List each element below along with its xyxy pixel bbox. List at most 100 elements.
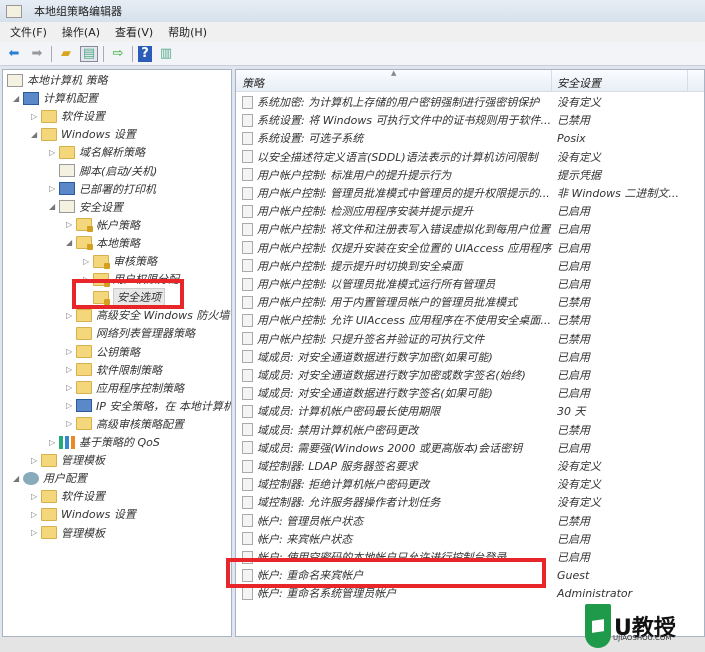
- policy-row[interactable]: 域控制器: 拒绝计算机帐户密码更改 没有定义: [236, 475, 704, 493]
- tree-node[interactable]: ◢ 用户配置: [13, 469, 87, 487]
- policy-name: 帐户: 管理员帐户状态: [257, 514, 364, 528]
- tree-node[interactable]: ▷ 应用程序控制策略: [66, 379, 184, 397]
- tree-node[interactable]: ▷ 基于策略的 QoS: [49, 433, 160, 451]
- tree-node[interactable]: ◢ Windows 设置: [31, 125, 136, 143]
- expander-icon[interactable]: ◢: [13, 474, 23, 483]
- expander-icon[interactable]: ▷: [31, 510, 41, 519]
- policy-name: 用户帐户控制: 管理员批准模式中管理员的提升权限提示的...: [257, 187, 550, 200]
- policy-row[interactable]: 系统设置: 可选子系统 Posix: [236, 129, 704, 147]
- pc-icon: [23, 91, 39, 105]
- tree-node[interactable]: ▷ 公钥策略: [66, 343, 140, 361]
- tree-node[interactable]: 本地计算机 策略: [7, 71, 108, 89]
- expander-icon[interactable]: ▷: [66, 383, 76, 392]
- policy-row[interactable]: 域控制器: LDAP 服务器签名要求 没有定义: [236, 457, 704, 475]
- menu-file[interactable]: 文件(F): [10, 24, 47, 40]
- policy-setting: 已启用: [557, 259, 590, 273]
- properties-pane-icon[interactable]: ▥: [157, 46, 175, 62]
- tree-node[interactable]: ▷ 管理模板: [31, 451, 105, 469]
- expander-icon[interactable]: ▷: [66, 401, 76, 410]
- policy-row[interactable]: 以安全描述符定义语言(SDDL)语法表示的计算机访问限制 没有定义: [236, 148, 704, 166]
- tree-node[interactable]: ▷ Windows 设置: [31, 505, 136, 523]
- column-header-security-setting[interactable]: 安全设置: [557, 75, 601, 91]
- policy-row[interactable]: 用户帐户控制: 检测应用程序安装并提示提升 已启用: [236, 202, 704, 220]
- tree-node[interactable]: ▷ 已部署的打印机: [49, 180, 156, 198]
- export-list-icon[interactable]: ⇨: [109, 46, 127, 62]
- expander-icon[interactable]: ▷: [66, 347, 76, 356]
- policy-row[interactable]: 帐户: 来宾帐户状态 已启用: [236, 530, 704, 548]
- tree-node[interactable]: ◢ 计算机配置: [13, 89, 98, 107]
- tree-node[interactable]: ▷ 高级审核策略配置: [66, 415, 184, 433]
- tree-node[interactable]: ▷ 软件限制策略: [66, 361, 162, 379]
- tree-node[interactable]: 脚本(启动/关机): [49, 162, 157, 180]
- expander-icon[interactable]: ▷: [49, 184, 59, 193]
- policy-row[interactable]: 域成员: 对安全通道数据进行数字加密或数字签名(始终) 已启用: [236, 366, 704, 384]
- tree-node[interactable]: ▷ 帐户策略: [66, 216, 140, 234]
- menu-view[interactable]: 查看(V): [115, 24, 153, 40]
- tree-node[interactable]: ▷ 审核策略: [83, 252, 157, 270]
- column-divider[interactable]: [687, 70, 688, 92]
- policy-row[interactable]: 用户帐户控制: 提示提升时切换到安全桌面 已启用: [236, 257, 704, 275]
- watermark-domain: UJIAOSHOU.COM: [613, 634, 672, 642]
- tree-node[interactable]: ◢ 本地策略: [66, 234, 140, 252]
- back-icon[interactable]: ⬅: [5, 46, 23, 62]
- policy-row[interactable]: 域成员: 对安全通道数据进行数字签名(如果可能) 已启用: [236, 384, 704, 402]
- tree-node[interactable]: ▷ 软件设置: [31, 487, 105, 505]
- policy-row[interactable]: 用户帐户控制: 将文件和注册表写入错误虚拟化到每用户位置 已启用: [236, 220, 704, 238]
- policy-icon: [242, 222, 253, 236]
- tree-node[interactable]: ◢ 安全设置: [49, 198, 123, 216]
- policy-row[interactable]: 用户帐户控制: 允许 UIAccess 应用程序在不使用安全桌面... 已禁用: [236, 311, 704, 329]
- policy-row[interactable]: 系统设置: 将 Windows 可执行文件中的证书规则用于软件... 已禁用: [236, 111, 704, 129]
- expander-icon[interactable]: ▷: [31, 492, 41, 501]
- policy-row[interactable]: 用户帐户控制: 用于内置管理员帐户的管理员批准模式 已禁用: [236, 293, 704, 311]
- expander-icon[interactable]: ◢: [31, 130, 41, 139]
- policy-row[interactable]: 用户帐户控制: 仅提升安装在安全位置的 UIAccess 应用程序 已启用: [236, 239, 704, 257]
- help-icon[interactable]: ?: [138, 45, 152, 62]
- policy-row[interactable]: 用户帐户控制: 标准用户的提升提示行为 提示凭据: [236, 166, 704, 184]
- policy-name: 域成员: 对安全通道数据进行数字加密(如果可能): [257, 350, 493, 364]
- policy-setting: 没有定义: [557, 150, 601, 164]
- expander-icon[interactable]: ▷: [31, 112, 41, 121]
- expander-icon[interactable]: ▷: [83, 257, 93, 266]
- tree-node[interactable]: ▷ 软件设置: [31, 107, 105, 125]
- tree-node[interactable]: ▷ 管理模板: [31, 524, 105, 542]
- expander-icon[interactable]: ▷: [49, 148, 59, 157]
- expander-icon[interactable]: ◢: [66, 238, 76, 247]
- tree-node[interactable]: ▷ IP 安全策略，在 本地计算机: [66, 397, 231, 415]
- expander-icon[interactable]: ▷: [31, 456, 41, 465]
- tree-node-label: 公钥策略: [96, 345, 140, 359]
- column-header-policy[interactable]: 策略: [242, 75, 264, 91]
- policy-setting: Administrator: [557, 586, 633, 600]
- folder-icon: [76, 417, 92, 431]
- forward-icon[interactable]: ➡: [28, 46, 46, 62]
- policy-name: 用户帐户控制: 只提升签名并验证的可执行文件: [257, 332, 485, 346]
- expander-icon[interactable]: ◢: [13, 94, 23, 103]
- policy-row[interactable]: 用户帐户控制: 只提升签名并验证的可执行文件 已禁用: [236, 330, 704, 348]
- menu-help[interactable]: 帮助(H): [168, 24, 207, 40]
- menu-action[interactable]: 操作(A): [62, 24, 100, 40]
- expander-icon[interactable]: ▷: [66, 220, 76, 229]
- expander-icon[interactable]: ▷: [66, 311, 76, 320]
- expander-icon[interactable]: ▷: [66, 365, 76, 374]
- expander-icon[interactable]: ▷: [49, 438, 59, 447]
- policy-row[interactable]: 系统加密: 为计算机上存储的用户密钥强制进行强密钥保护 没有定义: [236, 93, 704, 111]
- up-folder-icon[interactable]: ▰: [57, 46, 75, 62]
- sort-ascending-icon: ▲: [391, 69, 397, 77]
- column-divider[interactable]: [551, 70, 552, 92]
- policy-row[interactable]: 帐户: 管理员帐户状态 已禁用: [236, 512, 704, 530]
- tree-node[interactable]: 网络列表管理器策略: [66, 324, 195, 342]
- policy-row[interactable]: 用户帐户控制: 管理员批准模式中管理员的提升权限提示的... 非 Windows …: [236, 184, 704, 202]
- tree-node[interactable]: ▷ 域名解析策略: [49, 143, 145, 161]
- expander-icon[interactable]: ▷: [31, 528, 41, 537]
- policy-row[interactable]: 用户帐户控制: 以管理员批准模式运行所有管理员 已启用: [236, 275, 704, 293]
- expander-icon[interactable]: ▷: [66, 419, 76, 428]
- show-hide-tree-icon[interactable]: ▤: [80, 45, 98, 62]
- policy-row[interactable]: 域成员: 需要强(Windows 2000 或更高版本)会话密钥 已启用: [236, 439, 704, 457]
- policy-icon: [242, 514, 253, 528]
- policy-row[interactable]: 域成员: 禁用计算机帐户密码更改 已禁用: [236, 421, 704, 439]
- expander-icon[interactable]: ◢: [49, 202, 59, 211]
- policy-icon: [242, 350, 253, 364]
- policy-row[interactable]: 域控制器: 允许服务器操作者计划任务 没有定义: [236, 493, 704, 511]
- policy-row[interactable]: 域成员: 对安全通道数据进行数字加密(如果可能) 已启用: [236, 348, 704, 366]
- policy-row[interactable]: 域成员: 计算机帐户密码最长使用期限 30 天: [236, 402, 704, 420]
- locked-folder-icon: [76, 236, 93, 251]
